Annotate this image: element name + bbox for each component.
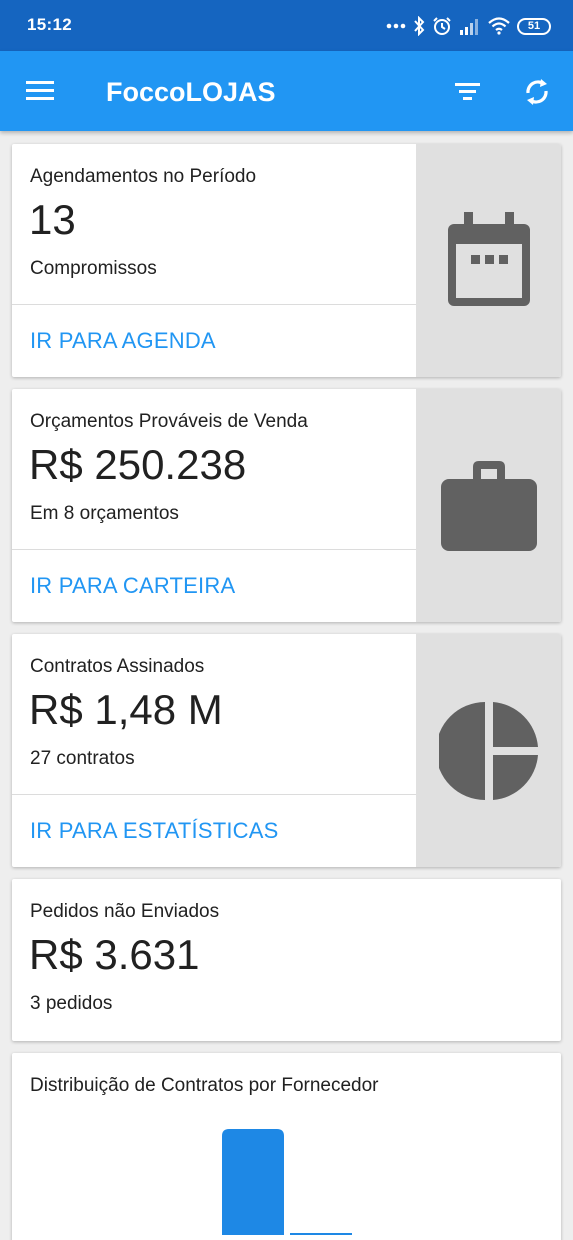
bluetooth-icon bbox=[413, 16, 425, 36]
more-icon bbox=[386, 23, 406, 29]
status-bar: 15:12 51 bbox=[0, 0, 573, 51]
orders-value: R$ 3.631 bbox=[29, 931, 200, 978]
chart-bar-2 bbox=[290, 1233, 352, 1235]
orders-card: Pedidos não Enviados R$ 3.631 3 pedidos bbox=[12, 879, 561, 1041]
alarm-icon bbox=[432, 16, 452, 36]
battery-icon: 51 bbox=[517, 17, 551, 35]
pie-chart-icon bbox=[438, 701, 538, 800]
orders-label: Pedidos não Enviados bbox=[30, 901, 220, 922]
appointments-value: 13 bbox=[29, 196, 76, 243]
status-icons: 51 bbox=[386, 14, 551, 38]
app-bar: FoccoLOJAS bbox=[0, 51, 573, 131]
sync-icon[interactable] bbox=[520, 75, 554, 109]
quotes-card: Orçamentos Prováveis de Venda R$ 250.238… bbox=[12, 389, 561, 622]
orders-sub: 3 pedidos bbox=[30, 993, 113, 1014]
go-to-statistics-button[interactable]: IR PARA ESTATÍSTICAS bbox=[30, 818, 279, 844]
appointments-label: Agendamentos no Período bbox=[30, 166, 257, 187]
distribution-card: Distribuição de Contratos por Fornecedor bbox=[12, 1053, 561, 1240]
quotes-sub: Em 8 orçamentos bbox=[30, 503, 179, 524]
chart-bar-1 bbox=[222, 1129, 284, 1235]
signal-icon bbox=[459, 17, 481, 35]
go-to-portfolio-button[interactable]: IR PARA CARTEIRA bbox=[30, 573, 235, 599]
menu-icon[interactable] bbox=[24, 75, 58, 109]
quotes-value: R$ 250.238 bbox=[29, 441, 247, 488]
appointments-sub: Compromissos bbox=[30, 258, 157, 279]
quotes-label: Orçamentos Prováveis de Venda bbox=[30, 411, 308, 432]
card-divider bbox=[12, 549, 416, 550]
wifi-icon bbox=[488, 17, 510, 35]
status-time: 15:12 bbox=[27, 15, 72, 34]
contracts-label: Contratos Assinados bbox=[30, 656, 205, 677]
briefcase-icon bbox=[440, 460, 537, 551]
contracts-icon-panel bbox=[416, 634, 561, 867]
quotes-icon-panel bbox=[416, 389, 561, 622]
card-divider bbox=[12, 794, 416, 795]
calendar-icon bbox=[447, 211, 530, 306]
app-title: FoccoLOJAS bbox=[106, 77, 276, 107]
filter-icon[interactable] bbox=[450, 75, 484, 109]
contracts-card: Contratos Assinados R$ 1,48 M 27 contrat… bbox=[12, 634, 561, 867]
contracts-value: R$ 1,48 M bbox=[29, 686, 223, 733]
card-divider bbox=[12, 304, 416, 305]
go-to-agenda-button[interactable]: IR PARA AGENDA bbox=[30, 328, 216, 354]
contracts-sub: 27 contratos bbox=[30, 748, 135, 769]
appointments-card: Agendamentos no Período 13 Compromissos … bbox=[12, 144, 561, 377]
appointments-icon-panel bbox=[416, 144, 561, 377]
distribution-chart bbox=[222, 1129, 352, 1235]
